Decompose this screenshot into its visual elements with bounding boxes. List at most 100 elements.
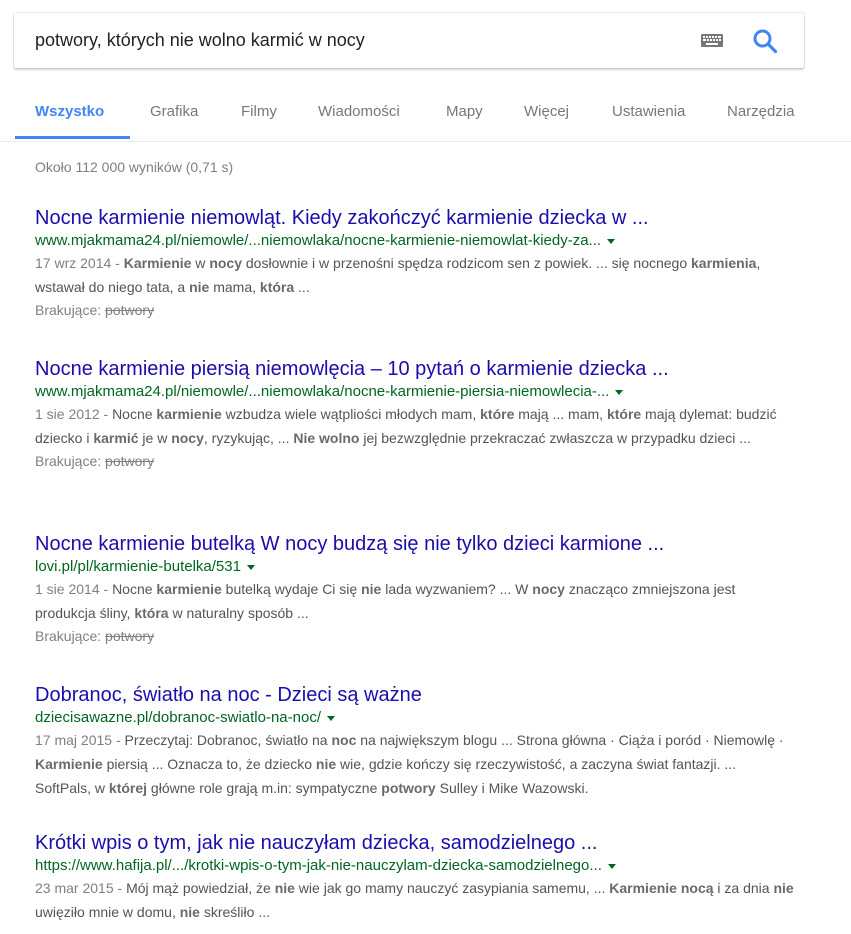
missing-label: Brakujące: — [35, 302, 102, 318]
snippet-highlight: nie — [189, 279, 210, 295]
snippet-highlight: nocy — [171, 430, 204, 446]
dropdown-caret-icon[interactable] — [326, 715, 335, 721]
result-snippet: 17 wrz 2014 - Karmienie w nocy dosłownie… — [35, 251, 795, 299]
snippet-text: w naturalny sposób ... — [168, 605, 309, 621]
snippet-text: , ryzykując, ... — [203, 430, 294, 446]
snippet-text: na największym blogu ... Strona główna ·… — [356, 732, 784, 748]
result-date: 17 maj 2015 - — [35, 732, 125, 748]
snippet-highlight: które — [480, 406, 515, 422]
snippet-text: skreśliło ... — [199, 904, 270, 920]
result-url-row: dziecisawazne.pl/dobranoc-swiatlo-na-noc… — [35, 708, 825, 728]
dropdown-caret-icon[interactable] — [615, 389, 624, 395]
snippet-highlight: Karmienie — [35, 756, 103, 772]
snippet-text: wie jak go mamy nauczyć zasypiania samem… — [294, 880, 610, 896]
snippet-highlight: która — [259, 279, 295, 295]
result-url-row: www.mjakmama24.pl/niemowle/...niemowlaka… — [35, 382, 825, 402]
snippet-highlight: Nie wolno — [293, 430, 360, 446]
snippet-text: Sulley i Mike Wazowski. — [435, 780, 589, 796]
dropdown-caret-icon[interactable] — [246, 564, 255, 570]
result-snippet: 1 sie 2014 - Nocne karmienie butelką wyd… — [35, 577, 795, 625]
snippet-highlight: nocy — [532, 581, 565, 597]
snippet-highlight: której — [108, 780, 148, 796]
snippet-text: mama, — [209, 279, 260, 295]
snippet-highlight: karmienia — [691, 255, 757, 271]
search-result: Krótki wpis o tym, jak nie nauczyłam dzi… — [35, 830, 825, 924]
missing-word: potwory — [105, 628, 155, 644]
snippet-text: dosłownie i w przenośni spędza rodzicom … — [242, 255, 692, 271]
tab-settings[interactable]: Ustawienia — [612, 95, 685, 139]
snippet-text: mają ... mam, — [514, 406, 607, 422]
search-result: Nocne karmienie butelką W nocy budzą się… — [35, 531, 825, 647]
snippet-text: wzbudza wiele wątpliości młodych mam, — [221, 406, 481, 422]
result-url[interactable]: https://www.hafija.pl/.../krotki-wpis-o-… — [35, 857, 602, 874]
snippet-text: Nocne — [112, 406, 157, 422]
snippet-text: Nocne — [112, 581, 157, 597]
snippet-highlight: nie — [274, 880, 295, 896]
result-url[interactable]: dziecisawazne.pl/dobranoc-swiatlo-na-noc… — [35, 709, 321, 726]
snippet-text: butelką wydaje Ci się — [221, 581, 362, 597]
search-result: Dobranoc, światło na noc - Dzieci są waż… — [35, 682, 825, 800]
result-title-link[interactable]: Dobranoc, światło na noc - Dzieci są waż… — [35, 682, 825, 708]
snippet-text: główne role grają m.in: sympatyczne — [147, 780, 382, 796]
snippet-text: piersią ... Oznacza to, że dziecko — [102, 756, 316, 772]
result-url[interactable]: lovi.pl/pl/karmienie-butelka/531 — [35, 558, 241, 575]
result-stats: Około 112 000 wyników (0,71 s) — [35, 159, 234, 175]
result-url-row: lovi.pl/pl/karmienie-butelka/531 — [35, 557, 825, 577]
result-title-link[interactable]: Krótki wpis o tym, jak nie nauczyłam dzi… — [35, 830, 825, 856]
snippet-text: Mój mąż powiedział, że — [126, 880, 275, 896]
result-snippet: 17 maj 2015 - Przeczytaj: Dobranoc, świa… — [35, 728, 795, 800]
result-url-row: www.mjakmama24.pl/niemowle/...niemowlaka… — [35, 231, 825, 251]
result-url[interactable]: www.mjakmama24.pl/niemowle/...niemowlaka… — [35, 383, 609, 400]
result-snippet: 23 mar 2015 - Mój mąż powiedział, że nie… — [35, 876, 795, 924]
result-date: 1 sie 2012 - — [35, 406, 113, 422]
snippet-text: ... — [294, 279, 310, 295]
search-input[interactable]: potwory, których nie wolno karmić w nocy — [35, 13, 675, 68]
tab-more[interactable]: Więcej — [524, 95, 569, 139]
snippet-text: w — [191, 255, 210, 271]
result-url-row: https://www.hafija.pl/.../krotki-wpis-o-… — [35, 856, 825, 876]
snippet-text: jej bezwzględnie przekraczać zwłaszcza w… — [359, 430, 751, 446]
snippet-highlight: karmić — [93, 430, 139, 446]
result-title-link[interactable]: Nocne karmienie piersią niemowlęcia – 10… — [35, 356, 825, 382]
search-tabs: Wszystko Grafika Filmy Wiadomości Mapy W… — [0, 95, 851, 142]
active-tab-indicator — [15, 136, 130, 139]
missing-word: potwory — [105, 453, 155, 469]
result-date: 23 mar 2015 - — [35, 880, 127, 896]
search-icon[interactable] — [752, 28, 778, 54]
snippet-highlight: nie — [315, 756, 337, 772]
tab-news[interactable]: Wiadomości — [318, 95, 400, 139]
result-title-link[interactable]: Nocne karmienie niemowląt. Kiedy zakończ… — [35, 205, 825, 231]
missing-label: Brakujące: — [35, 453, 102, 469]
result-missing-terms: Brakujące: potwory — [35, 299, 825, 321]
snippet-highlight: nie — [361, 581, 382, 597]
dropdown-caret-icon[interactable] — [607, 863, 616, 869]
snippet-highlight: które — [606, 406, 642, 422]
search-box[interactable]: potwory, których nie wolno karmić w nocy — [14, 13, 804, 68]
result-snippet: 1 sie 2012 - Nocne karmienie wzbudza wie… — [35, 402, 795, 450]
result-title-link[interactable]: Nocne karmienie butelką W nocy budzą się… — [35, 531, 825, 557]
snippet-highlight: nie — [773, 880, 794, 896]
snippet-text: Przeczytaj: Dobranoc, światło na — [124, 732, 332, 748]
dropdown-caret-icon[interactable] — [607, 238, 616, 244]
snippet-highlight: Karmienie — [123, 255, 192, 271]
snippet-text: uwięziło mnie w domu, — [35, 904, 180, 920]
tab-videos[interactable]: Filmy — [241, 95, 277, 139]
snippet-highlight: nocy — [209, 255, 242, 271]
missing-label: Brakujące: — [35, 628, 102, 644]
result-date: 1 sie 2014 - — [35, 581, 113, 597]
snippet-highlight: nie — [179, 904, 200, 920]
snippet-highlight: Karmienie nocą — [609, 880, 714, 896]
result-url[interactable]: www.mjakmama24.pl/niemowle/...niemowlaka… — [35, 232, 601, 249]
tab-maps[interactable]: Mapy — [446, 95, 483, 139]
snippet-highlight: noc — [331, 732, 357, 748]
keyboard-icon[interactable] — [701, 34, 723, 47]
snippet-highlight: karmienie — [156, 581, 222, 597]
result-missing-terms: Brakujące: potwory — [35, 450, 825, 472]
snippet-text: lada wyzwaniem? ... W — [381, 581, 533, 597]
tab-tools[interactable]: Narzędzia — [727, 95, 795, 139]
tab-all[interactable]: Wszystko — [35, 95, 104, 139]
missing-word: potwory — [105, 302, 155, 318]
tab-images[interactable]: Grafika — [150, 95, 198, 139]
snippet-highlight: karmienie — [156, 406, 222, 422]
snippet-highlight: która — [134, 605, 169, 621]
